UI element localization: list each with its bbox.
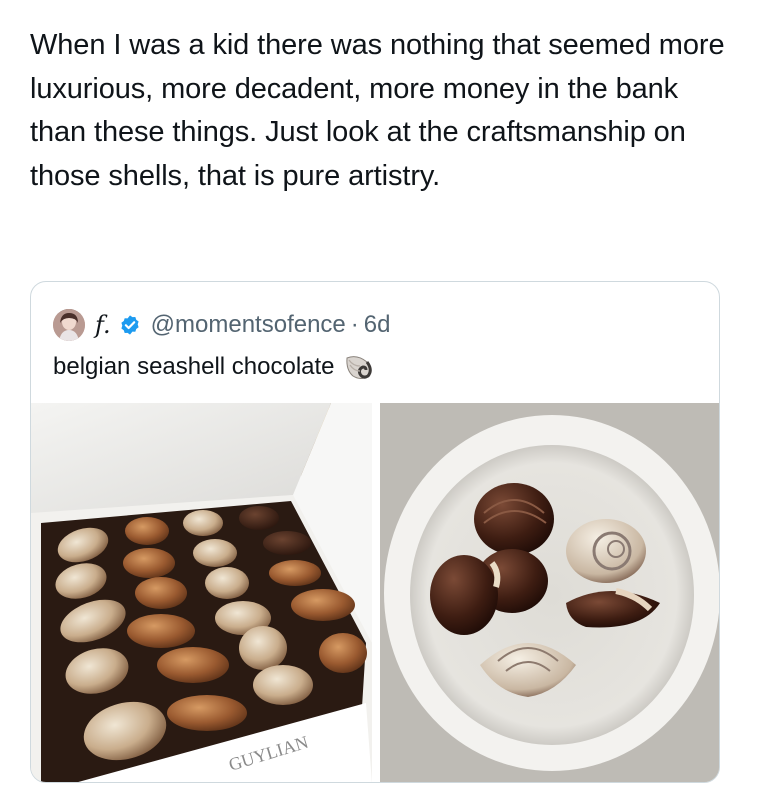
- quoted-tweet-header: f. @momentsofence · 6d: [53, 307, 390, 343]
- post-text: When I was a kid there was nothing that …: [30, 29, 725, 192]
- timestamp[interactable]: 6d: [364, 311, 391, 339]
- media-gallery: GUYLIAN: [31, 403, 719, 782]
- display-name[interactable]: f.: [95, 311, 111, 339]
- separator-dot: ·: [350, 311, 359, 338]
- chocolate-bowl-photo[interactable]: [380, 403, 719, 782]
- quoted-tweet-card[interactable]: f. @momentsofence · 6d belgian seashell …: [30, 281, 720, 783]
- verified-badge-icon: [121, 315, 139, 335]
- quoted-tweet-text: belgian seashell chocolate: [53, 353, 335, 380]
- handle[interactable]: @momentsofence: [151, 311, 346, 339]
- quoted-tweet-text-row: belgian seashell chocolate: [53, 352, 373, 382]
- spiral-shell-icon: [345, 356, 372, 379]
- chocolate-box-photo[interactable]: GUYLIAN: [31, 403, 372, 782]
- avatar[interactable]: [53, 309, 85, 341]
